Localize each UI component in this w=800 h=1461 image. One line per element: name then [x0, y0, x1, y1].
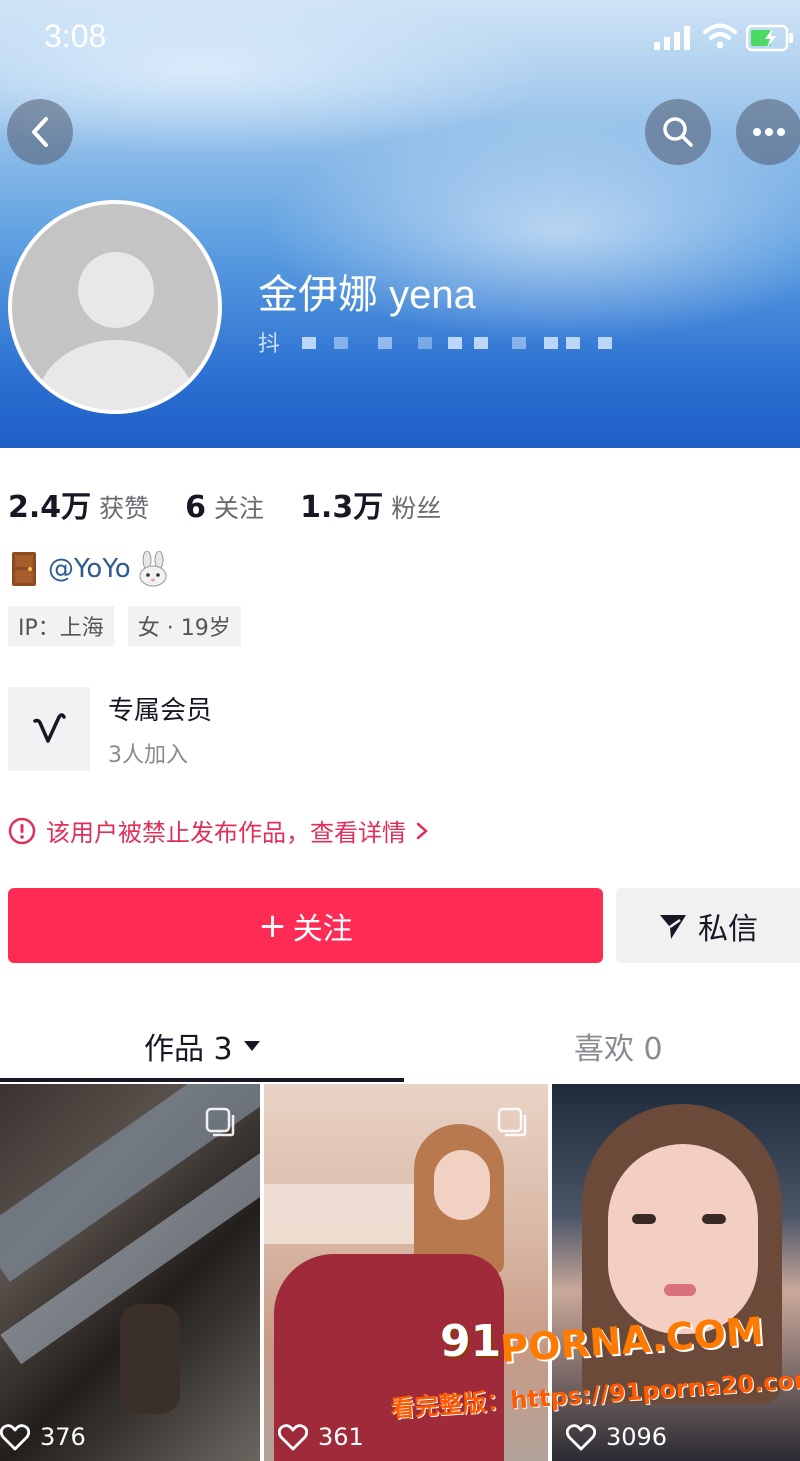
like-count: 361	[278, 1423, 364, 1451]
heart-icon	[0, 1424, 30, 1451]
vip-v-icon	[8, 687, 90, 771]
status-time: 3:08	[44, 18, 107, 54]
avatar[interactable]	[8, 200, 222, 414]
stat-following[interactable]: 6 关注	[185, 489, 264, 525]
stat-followers[interactable]: 1.3万 粉丝	[300, 482, 441, 526]
caret-down-icon	[243, 1041, 260, 1051]
display-name: 金伊娜 yena	[258, 273, 476, 317]
avatar-body	[38, 340, 194, 410]
active-tab-indicator	[0, 1078, 404, 1082]
like-count-value: 3096	[606, 1423, 668, 1451]
membership-subtitle: 3人加入	[108, 742, 188, 768]
watermark-promo-text: 看完整版：https://91porna20.com	[389, 1365, 800, 1423]
watermark-overlay: 91 PORNA.COM 看完整版：https://91porna20.com	[390, 1308, 800, 1423]
ban-notice[interactable]: 该用户被禁止发布作品，查看详情	[8, 813, 430, 848]
heart-icon	[278, 1424, 308, 1451]
wifi-icon	[703, 23, 737, 49]
warning-icon	[8, 817, 36, 844]
multi-image-icon	[497, 1107, 527, 1137]
door-icon	[12, 552, 36, 586]
more-button[interactable]	[736, 99, 800, 165]
chevron-left-icon	[32, 117, 48, 147]
membership-title: 专属会员	[108, 695, 213, 726]
avatar-head	[78, 252, 154, 328]
stat-likes-label: 获赞	[99, 494, 150, 523]
membership-card[interactable]: 专属会员 3人加入	[8, 687, 212, 771]
bio: @YoYo	[10, 551, 169, 587]
watermark-brand-name: PORNA.COM	[498, 1308, 765, 1372]
profile-stats: 2.4万 获赞 6 关注 1.3万 粉丝	[8, 482, 477, 526]
watermark-brand-number: 91	[440, 1316, 502, 1367]
profile-header: 3:08 金伊娜 yena 抖	[0, 0, 800, 448]
follow-button-label: 关注	[292, 911, 353, 947]
user-id-prefix: 抖	[258, 332, 281, 357]
ban-notice-text: 该用户被禁止发布作品，查看详情	[46, 819, 406, 847]
search-button[interactable]	[645, 99, 711, 165]
signal-icon	[654, 26, 690, 50]
profile-tags: IP：上海 女 · 19岁	[8, 606, 255, 646]
stat-following-value: 6	[185, 490, 207, 525]
user-id-row: 抖	[258, 327, 628, 357]
send-icon	[660, 914, 686, 939]
tab-works[interactable]: 作品 3	[144, 1024, 261, 1068]
message-button[interactable]: 私信	[616, 888, 800, 963]
video-thumbnail[interactable]: 376	[0, 1084, 260, 1461]
message-button-label: 私信	[698, 911, 758, 947]
stat-likes[interactable]: 2.4万 获赞	[8, 482, 149, 526]
multi-image-icon	[205, 1107, 235, 1137]
stat-followers-value: 1.3万	[300, 490, 384, 525]
follow-button[interactable]: + 关注	[8, 888, 603, 963]
more-icon	[753, 128, 785, 136]
battery-icon	[746, 24, 793, 52]
chevron-right-icon	[416, 822, 428, 839]
tag-ip-location: IP：上海	[8, 606, 114, 646]
like-count-value: 361	[318, 1423, 364, 1451]
stat-likes-value: 2.4万	[8, 490, 92, 525]
stat-followers-label: 粉丝	[391, 494, 442, 523]
like-count: 376	[0, 1423, 86, 1451]
tag-gender-age: 女 · 19岁	[127, 606, 241, 646]
tab-works-label: 作品 3	[144, 1032, 233, 1067]
like-count-value: 376	[40, 1423, 86, 1451]
bio-mention-link[interactable]: @YoYo	[48, 554, 131, 584]
heart-icon	[566, 1424, 596, 1451]
plus-icon: +	[258, 905, 287, 946]
back-button[interactable]	[7, 99, 73, 165]
like-count: 3096	[566, 1423, 667, 1451]
search-icon	[663, 117, 693, 147]
bunny-icon	[139, 551, 167, 587]
tab-likes[interactable]: 喜欢 0	[574, 1024, 663, 1068]
stat-following-label: 关注	[214, 494, 265, 523]
tab-likes-label: 喜欢 0	[574, 1032, 663, 1067]
user-id-blurred	[298, 331, 628, 353]
status-bar: 3:08	[0, 0, 800, 76]
video-grid: 376 361 3096 91 PORNA.COM 看完整版：https://9…	[0, 1084, 800, 1461]
content-tabs: 作品 3 喜欢 0	[0, 1012, 800, 1082]
